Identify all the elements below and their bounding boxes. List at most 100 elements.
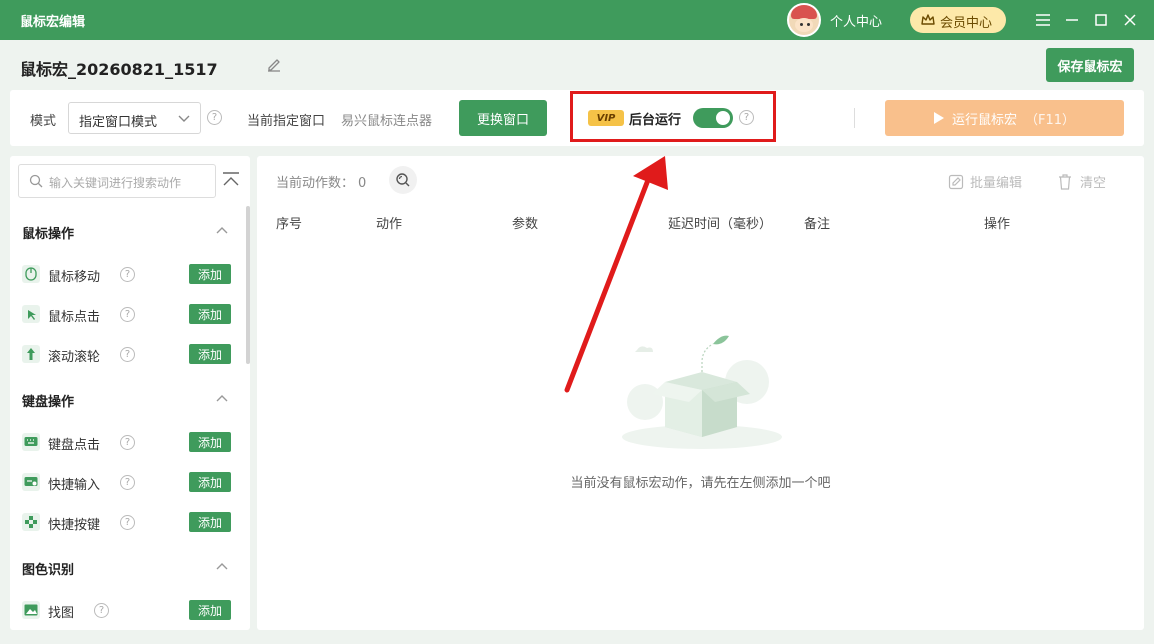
macro-name: 鼠标宏_20260821_1517 <box>20 60 218 79</box>
image-icon <box>22 601 40 619</box>
action-label: 快捷按键 <box>48 518 101 533</box>
hamburger-icon <box>1036 14 1050 26</box>
action-list-panel: 当前动作数： 0 批量编辑 清空 序号 动作 参数 延迟时间（毫秒） 备注 操作 … <box>257 156 1144 630</box>
title-bar: 鼠标宏编辑 个人中心 会员中心 <box>0 0 1154 40</box>
scroll-icon <box>22 345 40 363</box>
action-help-icon[interactable]: ? <box>120 307 135 322</box>
category-mouse-title: 鼠标操作 <box>22 227 75 242</box>
action-item-key-press: 键盘点击 ? 添加 <box>22 430 232 454</box>
column-header-action: 动作 <box>376 217 403 232</box>
chevron-down-icon <box>178 115 190 122</box>
edit-name-icon[interactable] <box>265 56 283 74</box>
empty-message: 当前没有鼠标宏动作，请先在左侧添加一个吧 <box>570 476 831 491</box>
run-macro-label: 运行鼠标宏 <box>951 112 1017 128</box>
clear-label: 清空 <box>1080 176 1107 191</box>
crown-icon <box>921 14 935 25</box>
add-find-image-button[interactable]: 添加 <box>189 600 231 620</box>
add-mouse-click-button[interactable]: 添加 <box>189 304 231 324</box>
collapse-all-icon[interactable] <box>222 172 240 186</box>
highlight-box <box>570 91 776 142</box>
toolbar-divider <box>854 108 855 128</box>
keyboard-icon <box>22 433 40 451</box>
action-item-quick-input: 快捷输入 ? 添加 <box>22 470 232 494</box>
run-macro-button[interactable]: 运行鼠标宏 （F11） <box>885 100 1124 136</box>
maximize-button[interactable] <box>1091 10 1111 30</box>
action-item-mouse-click: 鼠标点击 ? 添加 <box>22 302 232 326</box>
column-header-note: 备注 <box>804 217 831 232</box>
list-search-button[interactable] <box>389 166 417 194</box>
batch-edit-button[interactable]: 批量编辑 <box>948 172 1022 191</box>
user-center-link[interactable]: 个人中心 <box>830 11 882 30</box>
add-hotkey-button[interactable]: 添加 <box>189 512 231 532</box>
action-item-hotkey: 快捷按键 ? 添加 <box>22 510 232 534</box>
window-title: 鼠标宏编辑 <box>20 15 86 30</box>
close-icon <box>1124 14 1136 26</box>
chevron-up-icon[interactable] <box>216 226 228 234</box>
action-item-mouse-move: 鼠标移动 ? 添加 <box>22 262 232 286</box>
current-window-value: 易兴鼠标连点器 <box>341 114 433 129</box>
add-key-press-button[interactable]: 添加 <box>189 432 231 452</box>
sidebar-scrollbar[interactable] <box>246 206 250 364</box>
mouse-icon <box>22 265 40 283</box>
clear-button[interactable]: 清空 <box>1058 172 1106 191</box>
action-sidebar: 输入关键词进行搜索动作 鼠标操作 鼠标移动 ? 添加 鼠标点击 ? 添加 滚动滚… <box>10 156 250 630</box>
maximize-icon <box>1095 14 1107 26</box>
action-item-find-image: 找图 ? 添加 <box>22 598 232 622</box>
column-header-index: 序号 <box>276 217 303 232</box>
action-label: 滚动滚轮 <box>48 350 101 365</box>
mode-select[interactable]: 指定窗口模式 <box>68 102 201 134</box>
action-help-icon[interactable]: ? <box>120 435 135 450</box>
action-count-label: 当前动作数： <box>276 176 355 191</box>
run-shortcut: （F11） <box>1024 112 1076 128</box>
action-label: 键盘点击 <box>48 438 101 453</box>
batch-edit-label: 批量编辑 <box>970 176 1023 191</box>
close-button[interactable] <box>1120 10 1140 30</box>
vip-center-label: 会员中心 <box>940 16 993 31</box>
action-label: 快捷输入 <box>48 478 101 493</box>
column-header-params: 参数 <box>512 217 539 232</box>
action-label: 找图 <box>48 606 75 621</box>
play-icon <box>933 112 944 124</box>
category-keyboard-title: 键盘操作 <box>22 395 75 410</box>
category-image-color-title: 图色识别 <box>22 563 75 578</box>
edit-icon <box>948 174 964 190</box>
chevron-up-icon[interactable] <box>216 562 228 570</box>
minimize-icon <box>1066 19 1078 21</box>
action-count-value: 0 <box>358 176 367 191</box>
save-macro-button[interactable]: 保存鼠标宏 <box>1046 48 1134 82</box>
action-help-icon[interactable]: ? <box>94 603 109 618</box>
column-header-operation: 操作 <box>984 217 1011 232</box>
search-placeholder: 输入关键词进行搜索动作 <box>49 176 182 190</box>
change-window-button[interactable]: 更换窗口 <box>459 100 547 136</box>
column-header-delay: 延迟时间（毫秒） <box>668 217 773 232</box>
quick-input-icon <box>22 473 40 491</box>
gamepad-icon <box>22 513 40 531</box>
vip-center-button[interactable]: 会员中心 <box>910 7 1006 33</box>
chevron-up-icon[interactable] <box>216 394 228 402</box>
empty-box-illustration <box>622 335 782 449</box>
trash-icon <box>1059 174 1071 190</box>
mode-label: 模式 <box>30 114 57 129</box>
mode-help-icon[interactable]: ? <box>207 110 222 125</box>
minimize-button[interactable] <box>1062 10 1082 30</box>
menu-button[interactable] <box>1033 10 1053 30</box>
action-help-icon[interactable]: ? <box>120 475 135 490</box>
search-icon <box>29 174 43 188</box>
action-help-icon[interactable]: ? <box>120 347 135 362</box>
action-label: 鼠标点击 <box>48 310 101 325</box>
avatar[interactable] <box>787 3 821 37</box>
cursor-click-icon <box>22 305 40 323</box>
add-quick-input-button[interactable]: 添加 <box>189 472 231 492</box>
action-item-scroll-wheel: 滚动滚轮 ? 添加 <box>22 342 232 366</box>
action-help-icon[interactable]: ? <box>120 267 135 282</box>
action-label: 鼠标移动 <box>48 270 101 285</box>
current-window-label: 当前指定窗口 <box>247 114 326 129</box>
action-help-icon[interactable]: ? <box>120 515 135 530</box>
search-icon <box>396 173 410 187</box>
action-count: 当前动作数： 0 <box>276 172 366 191</box>
add-scroll-wheel-button[interactable]: 添加 <box>189 344 231 364</box>
mode-value: 指定窗口模式 <box>79 115 158 130</box>
action-search-input[interactable]: 输入关键词进行搜索动作 <box>18 164 216 198</box>
add-mouse-move-button[interactable]: 添加 <box>189 264 231 284</box>
macro-header: 鼠标宏_20260821_1517 保存鼠标宏 <box>0 40 1154 90</box>
